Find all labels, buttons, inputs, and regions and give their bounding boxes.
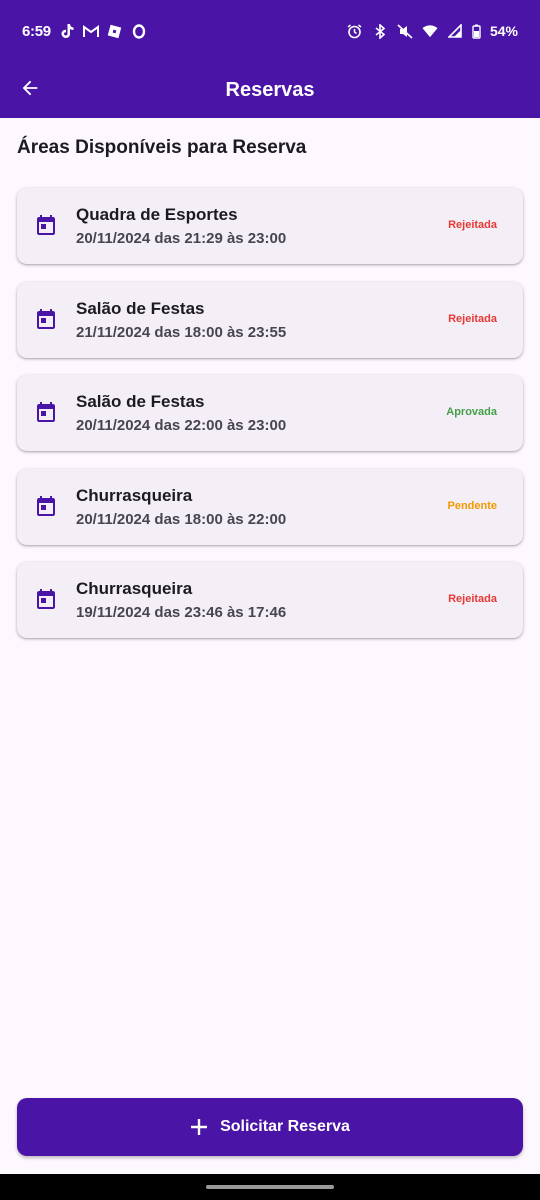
reservation-list: Quadra de Esportes 20/11/2024 das 21:29 …: [17, 188, 523, 656]
calendar-icon: [37, 215, 55, 235]
status-bar: 6:59 54%: [0, 0, 540, 62]
reservation-schedule: 19/11/2024 das 23:46 às 17:46: [76, 604, 287, 621]
area-name: Churrasqueira: [76, 579, 193, 598]
reservation-schedule: 20/11/2024 das 18:00 às 22:00: [76, 510, 287, 528]
area-name: Quadra de Esportes: [76, 205, 238, 224]
request-reservation-button[interactable]: Solicitar Reserva: [17, 1098, 523, 1156]
circle-app-icon: [131, 23, 147, 39]
status-label: Rejeitada: [448, 312, 497, 325]
wifi-icon: [422, 23, 438, 39]
status-bar-left: 6:59: [22, 23, 147, 40]
toolbar: Reservas: [0, 62, 540, 118]
status-time: 6:59: [22, 22, 51, 40]
signal-icon: [447, 23, 463, 39]
roblox-icon: [107, 23, 123, 39]
gmail-icon: [82, 23, 99, 39]
reservation-card[interactable]: Churrasqueira 20/11/2024 das 18:00 às 22…: [17, 468, 523, 545]
status-label: Pendente: [447, 499, 497, 512]
area-name: Salão de Festas: [76, 392, 205, 411]
reservation-card[interactable]: Churrasqueira 19/11/2024 das 23:46 às 17…: [17, 562, 523, 638]
calendar-icon: [37, 495, 55, 516]
card-text: Salão de Festas 20/11/2024 das 22:00 às …: [76, 391, 286, 438]
status-bar-right: 54%: [347, 23, 518, 39]
reservation-schedule: 20/11/2024 das 21:29 às 23:00: [76, 230, 287, 247]
alarm-icon: [347, 23, 363, 39]
section-title: Áreas Disponíveis para Reserva: [17, 137, 307, 158]
reservation-schedule: 20/11/2024 das 22:00 às 23:00: [76, 417, 287, 434]
reservation-card[interactable]: Salão de Festas 21/11/2024 das 18:00 às …: [17, 281, 523, 358]
area-name: Salão de Festas: [76, 298, 205, 318]
page-title: Reservas: [225, 78, 315, 101]
status-label: Aprovada: [446, 406, 497, 418]
card-text: Churrasqueira 20/11/2024 das 18:00 às 22…: [76, 485, 286, 532]
calendar-icon: [37, 308, 55, 329]
calendar-icon: [37, 589, 55, 609]
bluetooth-icon: [372, 23, 388, 39]
home-gesture-handle[interactable]: [206, 1185, 334, 1189]
app-bar: 6:59 54% Reservas: [0, 0, 540, 118]
reservation-card[interactable]: Quadra de Esportes 20/11/2024 das 21:29 …: [17, 188, 523, 264]
area-name: Churrasqueira: [76, 485, 193, 505]
plus-icon: [191, 1119, 208, 1135]
mute-icon: [397, 23, 413, 39]
arrow-back-icon: [22, 80, 38, 96]
status-label: Rejeitada: [448, 593, 497, 605]
card-text: Salão de Festas 21/11/2024 das 18:00 às …: [76, 298, 286, 345]
request-reservation-label: Solicitar Reserva: [220, 1118, 350, 1135]
status-label: Rejeitada: [448, 219, 497, 231]
back-button[interactable]: [10, 68, 50, 108]
tiktok-icon: [59, 23, 75, 39]
reservation-card[interactable]: Salão de Festas 20/11/2024 das 22:00 às …: [17, 375, 523, 451]
reservation-schedule: 21/11/2024 das 18:00 às 23:55: [76, 323, 287, 341]
system-nav-bar: [0, 1174, 540, 1200]
battery-percent: 54%: [489, 23, 518, 39]
card-text: Churrasqueira 19/11/2024 das 23:46 às 17…: [76, 578, 286, 625]
card-text: Quadra de Esportes 20/11/2024 das 21:29 …: [76, 204, 286, 251]
battery-icon: [472, 23, 481, 39]
calendar-icon: [37, 402, 55, 422]
